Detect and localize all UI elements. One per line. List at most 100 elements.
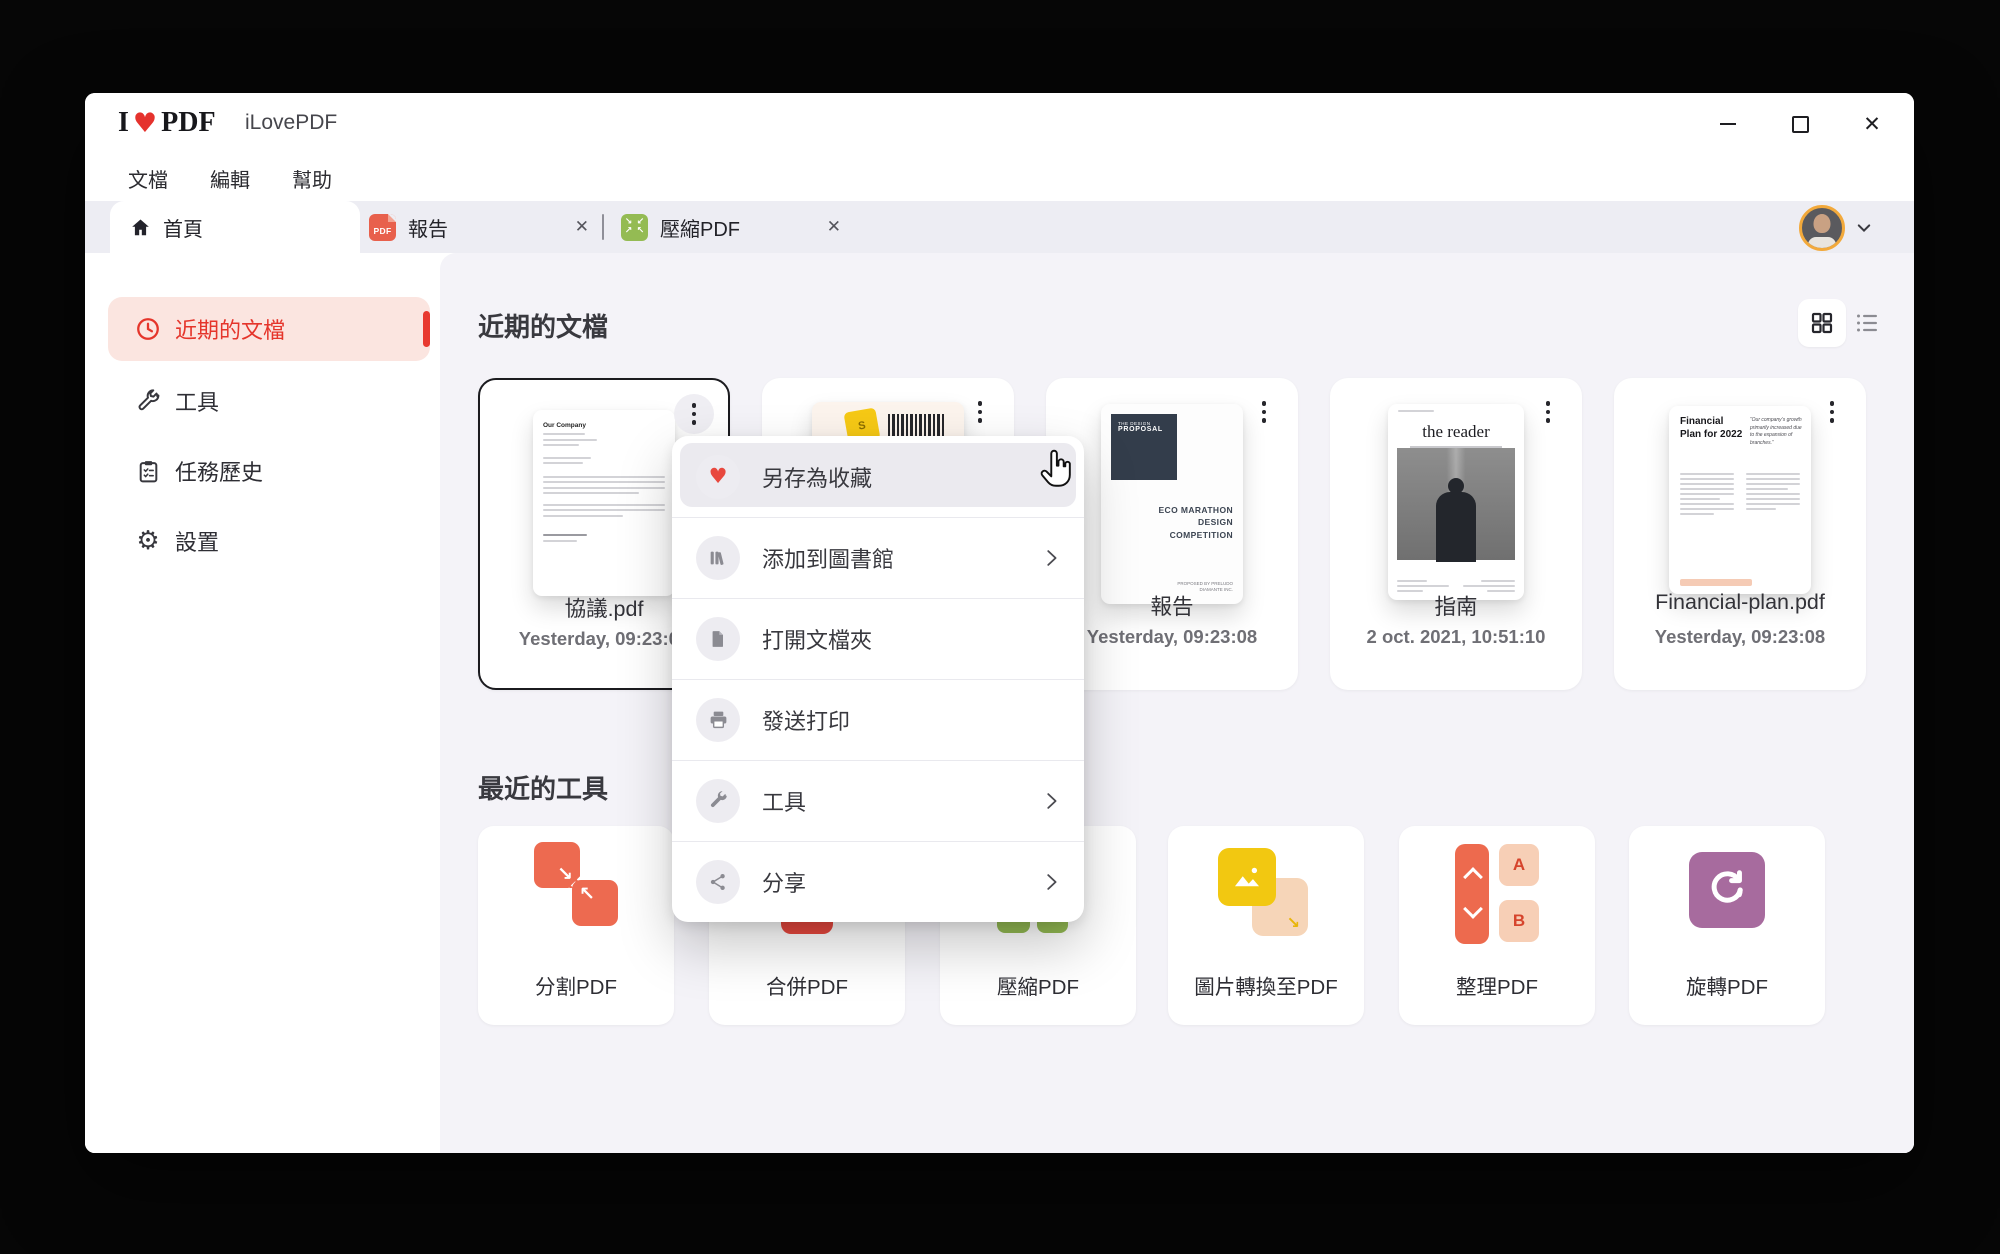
pdf-file-icon: PDF <box>369 213 396 241</box>
submenu-chevron-icon <box>1040 871 1062 893</box>
menu-bar: 文檔 編輯 幫助 <box>85 155 1914 201</box>
close-icon: ✕ <box>1863 112 1881 136</box>
document-name: Financial-plan.pdf <box>1655 590 1825 614</box>
kebab-menu-button[interactable] <box>1812 392 1852 432</box>
split-pdf-icon: ↘ ↖ <box>478 826 674 966</box>
kebab-menu-button[interactable] <box>960 392 1000 432</box>
sidebar: 近期的文檔 工具 任務歷史 ⚙ 設置 <box>85 253 440 1153</box>
menu-help[interactable]: 幫助 <box>292 164 332 193</box>
menu-edit[interactable]: 編輯 <box>210 164 250 193</box>
ilovepdf-logo: I ♥ PDF <box>118 107 216 139</box>
printer-icon <box>696 697 740 742</box>
sidebar-item-tools[interactable]: 工具 <box>108 373 430 429</box>
clipboard-icon <box>135 458 161 484</box>
heart-icon: ♥ <box>696 454 740 499</box>
tool-label: 合併PDF <box>766 976 848 999</box>
active-indicator <box>423 311 430 347</box>
tool-card-organize-pdf[interactable]: A B 整理PDF <box>1399 826 1595 1025</box>
document-thumbnail: the reader <box>1388 404 1524 600</box>
document-card-financial-plan[interactable]: Financial Plan for 2022 “Our company’s g… <box>1614 378 1866 690</box>
menu-item-open-folder[interactable]: 打開文檔夾 <box>672 598 1084 679</box>
compress-icon: ↘ ↙ ↗ ↖ <box>621 213 648 241</box>
tab-compress[interactable]: ↘ ↙ ↗ ↖ 壓縮PDF ✕ <box>621 201 841 253</box>
clock-icon <box>135 316 161 342</box>
gear-icon: ⚙ <box>136 526 160 556</box>
main-panel: 近期的文檔 Our Company 協議.pdf Yesterday, 09:2… <box>440 253 1914 1153</box>
submenu-chevron-icon <box>1040 547 1062 569</box>
photo <box>1397 448 1515 562</box>
kebab-menu-button[interactable] <box>1528 392 1568 432</box>
rotate-pdf-icon <box>1629 826 1825 966</box>
document-thumbnail: Financial Plan for 2022 “Our company’s g… <box>1669 406 1811 594</box>
hand-cursor <box>1035 449 1077 496</box>
organize-pdf-icon: A B <box>1399 826 1595 966</box>
sidebar-item-recent-documents[interactable]: 近期的文檔 <box>108 297 430 361</box>
title-bar: I ♥ PDF iLovePDF ✕ <box>85 93 1914 156</box>
document-date: Yesterday, 09:23:08 <box>1654 626 1826 647</box>
sidebar-item-settings[interactable]: ⚙ 設置 <box>108 513 430 569</box>
tab-compress-label: 壓縮PDF <box>660 218 740 241</box>
recent-tools-heading: 最近的工具 <box>478 774 609 804</box>
image-to-pdf-icon: ↘ <box>1168 826 1364 966</box>
list-view-button[interactable] <box>1854 311 1880 335</box>
library-icon <box>696 535 740 580</box>
menu-item-add-to-library[interactable]: 添加到圖書館 <box>672 517 1084 598</box>
tool-label: 分割PDF <box>535 976 617 999</box>
tool-label: 整理PDF <box>1456 976 1538 999</box>
document-name: 指南 <box>1434 595 1478 619</box>
document-date: 2 oct. 2021, 10:51:10 <box>1366 626 1546 647</box>
chevron-down-icon[interactable] <box>1855 219 1873 237</box>
sidebar-item-label: 設置 <box>175 530 220 555</box>
grid-icon <box>1811 312 1833 334</box>
minimize-icon <box>1720 123 1736 125</box>
tool-card-split-pdf[interactable]: ↘ ↖ 分割PDF <box>478 826 674 1025</box>
close-button[interactable]: ✕ <box>1858 110 1886 138</box>
document-thumbnail: THE DESIGN PROPOSAL ECO MARATHON DESIGN C… <box>1101 404 1243 604</box>
tool-label: 圖片轉換至PDF <box>1194 976 1338 999</box>
minimize-button[interactable] <box>1714 110 1742 138</box>
share-icon <box>696 859 740 904</box>
logo-i: I <box>118 107 129 138</box>
tab-home[interactable]: 首頁 <box>110 201 360 253</box>
maximize-icon <box>1791 115 1809 133</box>
tool-label: 壓縮PDF <box>997 976 1079 999</box>
home-icon <box>132 218 149 235</box>
maximize-button[interactable] <box>1786 110 1814 138</box>
tab-report[interactable]: PDF 報告 ✕ <box>369 201 589 253</box>
menu-item-share[interactable]: 分享 <box>672 841 1084 922</box>
context-menu: ♥ 另存為收藏 添加到圖書館 打開文檔夾 發送打印 工具 分享 <box>672 436 1084 922</box>
app-window: I ♥ PDF iLovePDF ✕ 文檔 編輯 幫助 首頁 PDF 報告 ✕ ↘ ↙… <box>85 93 1914 1153</box>
document-card-guide[interactable]: the reader 指南 2 oct. 2021, 10:51:10 <box>1330 378 1582 690</box>
tool-card-image-to-pdf[interactable]: ↘ 圖片轉換至PDF <box>1168 826 1364 1025</box>
barcode <box>888 414 946 438</box>
tool-card-rotate-pdf[interactable]: 旋轉PDF <box>1629 826 1825 1025</box>
tab-compress-close-icon[interactable]: ✕ <box>827 217 841 237</box>
tab-separator <box>602 214 604 240</box>
tab-strip: 首頁 PDF 報告 ✕ ↘ ↙ ↗ ↖ 壓縮PDF ✕ <box>85 201 1914 253</box>
document-icon <box>696 616 740 661</box>
app-title: iLovePDF <box>245 111 338 134</box>
tab-report-close-icon[interactable]: ✕ <box>575 217 589 237</box>
menu-item-save-as-favorite[interactable]: ♥ 另存為收藏 <box>672 436 1084 517</box>
sidebar-item-task-history[interactable]: 任務歷史 <box>108 443 430 499</box>
kebab-menu-button[interactable] <box>674 394 714 434</box>
sidebar-item-label: 任務歷史 <box>175 460 264 485</box>
submenu-chevron-icon <box>1040 790 1062 812</box>
logo-pdf: PDF <box>161 107 216 138</box>
document-thumbnail: Our Company <box>533 410 675 596</box>
heart-icon: ♥ <box>132 107 158 139</box>
tab-report-label: 報告 <box>408 218 448 241</box>
wrench-icon <box>696 778 740 823</box>
grid-view-button[interactable] <box>1798 299 1846 347</box>
menu-file[interactable]: 文檔 <box>128 164 168 193</box>
menu-item-send-to-print[interactable]: 發送打印 <box>672 679 1084 760</box>
sidebar-item-label: 近期的文檔 <box>175 318 286 343</box>
kebab-menu-button[interactable] <box>1244 392 1284 432</box>
menu-item-tools[interactable]: 工具 <box>672 760 1084 841</box>
user-avatar[interactable] <box>1799 205 1845 251</box>
recent-documents-heading: 近期的文檔 <box>478 312 609 342</box>
list-icon <box>1857 314 1877 332</box>
sidebar-item-label: 工具 <box>175 390 220 415</box>
tool-label: 旋轉PDF <box>1686 976 1768 999</box>
image-icon <box>1234 867 1260 887</box>
